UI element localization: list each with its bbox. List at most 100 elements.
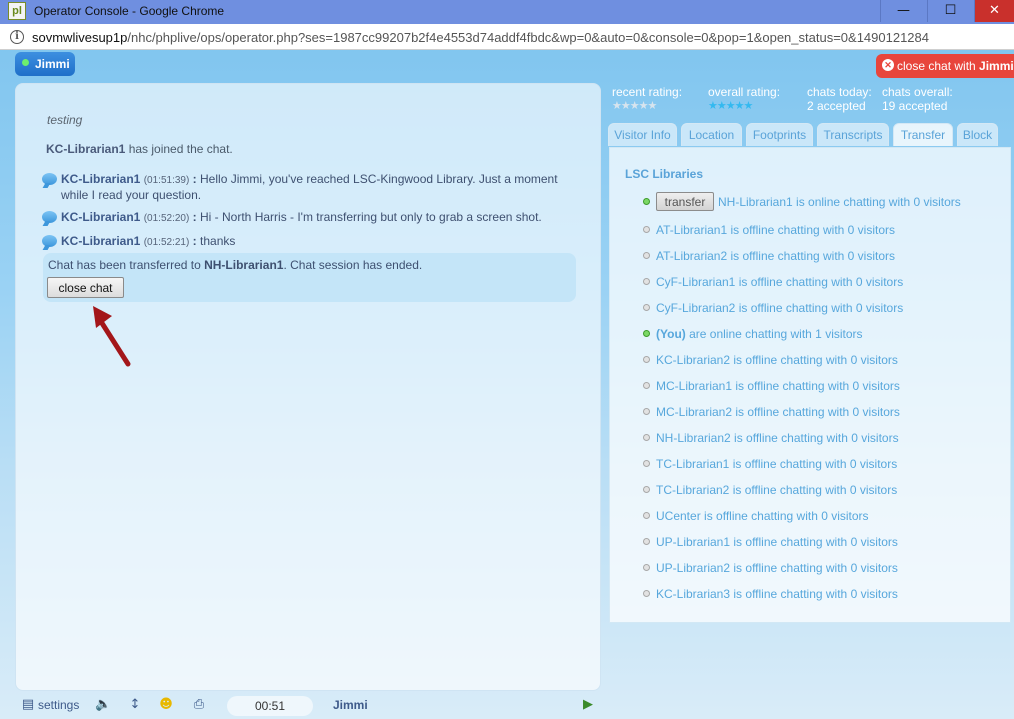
chat-timer: 00:51 [227, 696, 313, 716]
overall-rating: overall rating: ★★★★★ [708, 85, 781, 112]
operator-status: (You) are online chatting with 1 visitor… [656, 327, 863, 341]
info-icon[interactable]: i [10, 30, 24, 44]
up-down-arrows-icon[interactable]: ↕ [127, 697, 143, 713]
join-text: has joined the chat. [125, 142, 233, 156]
operator-status: UP-Librarian1 is offline chatting with 0… [656, 535, 898, 549]
transfer-notice-text: Chat has been transferred to NH-Libraria… [48, 258, 423, 272]
visitor-tab-name: Jimmi [35, 57, 70, 71]
tab-footprints[interactable]: Footprints [746, 123, 813, 146]
url-text[interactable]: sovmwlivesup1p/nhc/phplive/ops/operator.… [32, 30, 929, 45]
offline-status-icon [643, 434, 650, 441]
operator-row: CyF-Librarian2 is offline chatting with … [643, 298, 1003, 318]
tab-location[interactable]: Location [681, 123, 742, 146]
close-icon: ✕ [882, 59, 894, 71]
operator-status: TC-Librarian2 is offline chatting with 0… [656, 483, 898, 497]
tab-block[interactable]: Block [957, 123, 998, 146]
visitor-chat-tab[interactable]: Jimmi [15, 52, 75, 76]
system-message: testing [47, 113, 83, 127]
message-text: Hi - North Harris - I'm transferring but… [200, 210, 542, 224]
chat-bubble-icon [42, 235, 57, 247]
operator-status: CyF-Librarian1 is offline chatting with … [656, 275, 904, 289]
overall-rating-stars: ★★★★★ [708, 99, 753, 112]
operator-status: NH-Librarian2 is offline chatting with 0… [656, 431, 899, 445]
operator-status: MC-Librarian1 is offline chatting with 0… [656, 379, 900, 393]
operator-status: CyF-Librarian2 is offline chatting with … [656, 301, 904, 315]
chat-message: KC-Librarian1 (01:52:21) : thanks [42, 234, 582, 250]
info-tabs: Visitor Info Location Footprints Transcr… [608, 123, 1008, 147]
transfer-button[interactable]: transfer [656, 192, 714, 211]
operator-row: (You) are online chatting with 1 visitor… [643, 324, 1003, 344]
offline-status-icon [643, 408, 650, 415]
red-arrow-annotation [93, 306, 131, 367]
operator-row: UP-Librarian2 is offline chatting with 0… [643, 558, 1003, 578]
operator-status: NH-Librarian1 is online chatting with 0 … [718, 195, 961, 209]
maximize-button[interactable]: ☐ [927, 0, 973, 22]
offline-status-icon [643, 226, 650, 233]
online-status-icon [22, 59, 29, 66]
operator-row: KC-Librarian3 is offline chatting with 0… [643, 584, 1003, 604]
operator-row: KC-Librarian2 is offline chatting with 0… [643, 350, 1003, 370]
tab-transfer[interactable]: Transfer [893, 123, 953, 146]
offline-status-icon [643, 278, 650, 285]
tab-transcripts[interactable]: Transcripts [817, 123, 889, 146]
url-path: /nhc/phplive/ops/operator.php?ses=1987cc… [127, 30, 929, 45]
settings-link[interactable]: settings [38, 698, 79, 712]
transfer-notice: Chat has been transferred to NH-Libraria… [43, 253, 576, 302]
operator-status: KC-Librarian3 is offline chatting with 0… [656, 587, 898, 601]
transfer-panel: LSC Libraries transfer NH-Librarian1 is … [609, 147, 1011, 623]
smiley-icon[interactable]: ☻ [158, 697, 174, 713]
minimize-button[interactable]: — [880, 0, 926, 22]
offline-status-icon [643, 564, 650, 571]
window-close-button[interactable]: ✕ [974, 0, 1014, 22]
chat-toolbar: ▤ settings 🔈 ↕ ☻ ⎙ 00:51 Jimmi ▶ [15, 694, 605, 716]
message-author: KC-Librarian1 [61, 172, 141, 186]
operator-status: UCenter is offline chatting with 0 visit… [656, 509, 869, 523]
visitor-name-label: Jimmi [333, 698, 368, 712]
operator-status: AT-Librarian2 is offline chatting with 0… [656, 249, 896, 263]
operator-row: TC-Librarian1 is offline chatting with 0… [643, 454, 1003, 474]
settings-icon[interactable]: ▤ [20, 697, 36, 713]
offline-status-icon [643, 486, 650, 493]
message-author: KC-Librarian1 [61, 210, 141, 224]
chats-today: chats today: 2 accepted [807, 85, 872, 113]
url-host: sovmwlivesup1p [32, 30, 128, 45]
chats-overall: chats overall: 19 accepted [882, 85, 953, 113]
offline-status-icon [643, 356, 650, 363]
offline-status-icon [643, 590, 650, 597]
operator-status: TC-Librarian1 is offline chatting with 0… [656, 457, 898, 471]
tab-visitor-info[interactable]: Visitor Info [608, 123, 677, 146]
message-time: (01:52:20) [143, 213, 190, 224]
operator-row: MC-Librarian2 is offline chatting with 0… [643, 402, 1003, 422]
expand-icon[interactable]: ▶ [580, 697, 596, 713]
chat-message: KC-Librarian1 (01:52:20) : Hi - North Ha… [42, 210, 582, 226]
offline-status-icon [643, 252, 650, 259]
close-chat-button[interactable]: close chat [47, 277, 124, 298]
window-titlebar: pl Operator Console - Google Chrome — ☐ … [0, 0, 1014, 24]
operator-row: TC-Librarian2 is offline chatting with 0… [643, 480, 1003, 500]
join-message: KC-Librarian1 has joined the chat. [46, 142, 233, 156]
offline-status-icon [643, 382, 650, 389]
close-chat-with-label: close chat with Jimmi [897, 59, 1014, 73]
chat-bubble-icon [42, 173, 57, 185]
chat-bubble-icon [42, 211, 57, 223]
operator-status: AT-Librarian1 is offline chatting with 0… [656, 223, 896, 237]
printer-icon[interactable]: ⎙ [191, 697, 207, 713]
operator-status: KC-Librarian2 is offline chatting with 0… [656, 353, 898, 367]
online-status-icon [643, 198, 650, 205]
operator-row: MC-Librarian1 is offline chatting with 0… [643, 376, 1003, 396]
close-chat-with-visitor-button[interactable]: ✕ close chat with Jimmi [876, 54, 1014, 78]
offline-status-icon [643, 460, 650, 467]
offline-status-icon [643, 512, 650, 519]
offline-status-icon [643, 538, 650, 545]
operator-row: AT-Librarian2 is offline chatting with 0… [643, 246, 1003, 266]
message-author: KC-Librarian1 [61, 234, 141, 248]
operator-row: UP-Librarian1 is offline chatting with 0… [643, 532, 1003, 552]
online-status-icon [643, 330, 650, 337]
address-bar[interactable]: i sovmwlivesup1p/nhc/phplive/ops/operato… [0, 24, 1014, 50]
message-time: (01:52:21) [143, 237, 190, 248]
message-text: thanks [200, 234, 236, 248]
chat-message: KC-Librarian1 (01:51:39) : Hello Jimmi, … [42, 172, 582, 202]
chat-transcript-panel: testing KC-Librarian1 has joined the cha… [15, 83, 601, 691]
operator-row: transfer NH-Librarian1 is online chattin… [643, 192, 1003, 212]
speaker-icon[interactable]: 🔈 [95, 697, 111, 713]
